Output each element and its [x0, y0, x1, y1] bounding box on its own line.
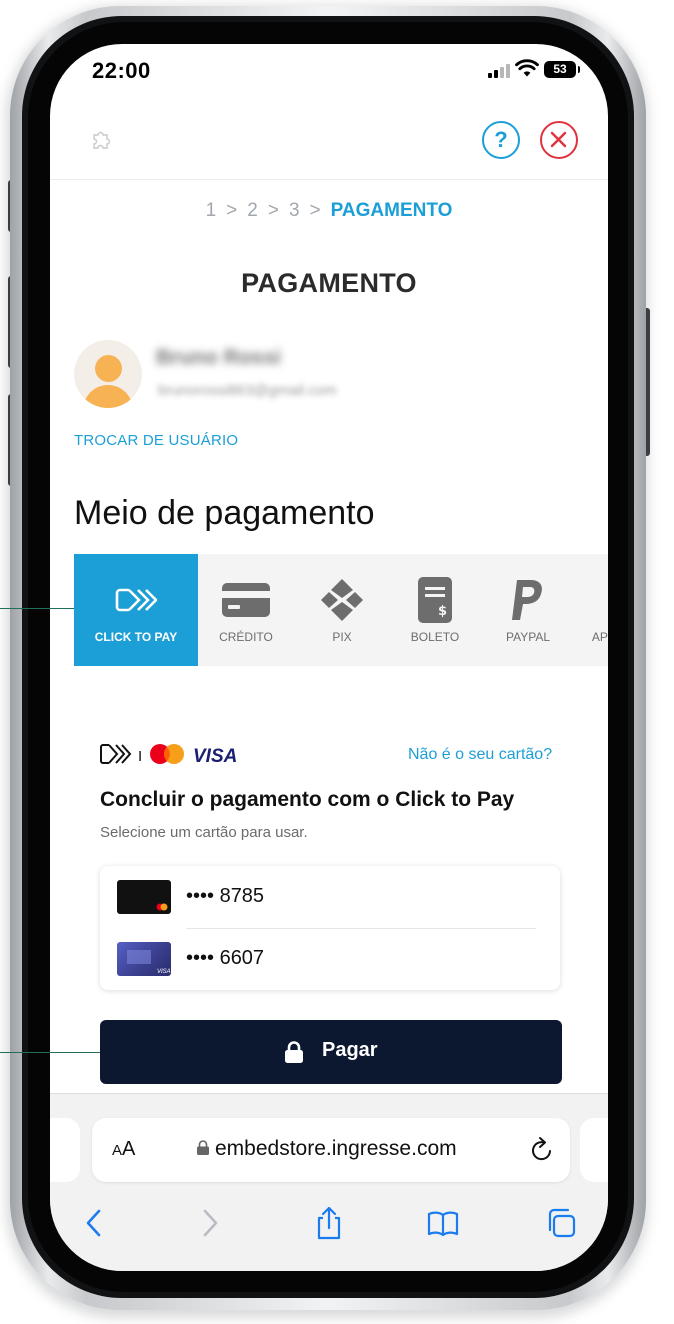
svg-text:VISA: VISA [157, 969, 171, 975]
method-label: CLICK TO PAY [94, 630, 178, 644]
step-1: 1 [205, 200, 217, 221]
method-label: PAYPAL [505, 630, 551, 644]
browser-toolbar: AA embedstore.ingresse.com [50, 1093, 608, 1271]
next-tab-preview[interactable] [580, 1118, 608, 1182]
click-to-pay-subtitle: Selecione um cartão para usar. [100, 824, 308, 841]
url-text: embedstore.ingresse.com [197, 1137, 457, 1161]
method-pix[interactable]: PIX [294, 554, 390, 666]
method-label: APPLE PAY [591, 630, 608, 644]
pay-button-label: Pagar [322, 1039, 378, 1061]
step-2: 2 [247, 200, 258, 221]
puzzle-icon[interactable] [90, 128, 112, 150]
svg-text:I: I [138, 748, 142, 765]
mastercard-icon [150, 744, 184, 764]
reload-icon[interactable] [530, 1136, 554, 1162]
paypal-icon [512, 580, 542, 620]
cellular-signal-icon [488, 64, 510, 78]
lock-icon [197, 1140, 209, 1155]
method-credit[interactable]: CRÉDITO [198, 554, 294, 666]
payment-method-heading: Meio de pagamento [74, 494, 375, 532]
saved-card-row[interactable]: VISA •••• 6607 [100, 928, 560, 990]
address-bar[interactable]: AA embedstore.ingresse.com [92, 1118, 570, 1182]
click-to-pay-icon [100, 744, 132, 764]
annotation-line [0, 1052, 100, 1053]
annotation-line [0, 608, 74, 609]
status-time: 22:00 [92, 58, 151, 83]
step-separator: > [267, 200, 279, 221]
phone-screen: 22:00 53 ? 1 >2 >3 > PAGAMENTO PAGAMENTO Bru… [50, 44, 608, 1271]
click-to-pay-icon [115, 588, 157, 612]
step-separator: > [309, 200, 321, 221]
switch-user-link[interactable]: TROCAR DE USUÁRIO [74, 432, 238, 449]
click-to-pay-title: Concluir o pagamento com o Click to Pay [100, 788, 515, 811]
close-button[interactable] [540, 121, 578, 159]
method-label: BOLETO [410, 630, 460, 644]
svg-text:$: $ [438, 604, 447, 619]
bookmarks-icon[interactable] [426, 1206, 460, 1240]
method-paypal[interactable]: PAYPAL [480, 554, 576, 666]
click-to-pay-brands-logo: I VISA [100, 744, 237, 767]
embed-header [50, 104, 608, 180]
method-boleto[interactable]: $ BOLETO [390, 554, 480, 666]
forward-icon[interactable] [192, 1206, 226, 1240]
lock-icon [285, 1041, 303, 1063]
user-name: Bruno Rossi [156, 346, 281, 369]
boleto-icon: $ [418, 577, 452, 623]
saved-card-row[interactable]: •••• 8785 [100, 866, 560, 928]
visa-logo: VISA [193, 746, 237, 767]
pay-button[interactable]: Pagar [100, 1020, 562, 1084]
share-icon[interactable] [312, 1206, 346, 1240]
status-bar: 22:00 53 [50, 44, 608, 104]
step-3: 3 [288, 200, 300, 221]
pix-icon [321, 579, 363, 621]
payment-method-selector: CLICK TO PAY CRÉDITO PIX $ BOLETO PAYPAL… [74, 554, 608, 666]
close-icon [550, 131, 567, 148]
credit-card-icon [222, 583, 270, 617]
method-click-to-pay[interactable]: CLICK TO PAY [74, 554, 198, 666]
user-email: brunorossi863@gmail.com [158, 382, 337, 399]
checkout-stepper: 1 >2 >3 > PAGAMENTO [50, 200, 608, 222]
reader-settings-button[interactable]: AA [112, 1138, 135, 1161]
previous-tab-preview[interactable] [50, 1118, 80, 1182]
not-your-card-link[interactable]: Não é o seu cartão? [408, 746, 552, 764]
method-label: CRÉDITO [219, 630, 273, 644]
wifi-icon [515, 59, 539, 77]
avatar [74, 340, 142, 408]
saved-cards-list: •••• 8785 VISA •••• 6607 [100, 866, 560, 990]
back-icon[interactable] [78, 1206, 112, 1240]
page-title: PAGAMENTO [241, 268, 417, 298]
step-separator: > [226, 200, 238, 221]
visa-card-thumbnail: VISA [117, 942, 171, 976]
help-button[interactable]: ? [482, 121, 520, 159]
method-apple-pay[interactable]: APPLE PAY [576, 554, 608, 666]
card-number: •••• 6607 [186, 947, 265, 969]
step-current: PAGAMENTO [330, 200, 453, 221]
mastercard-card-thumbnail [117, 880, 171, 914]
tabs-icon[interactable] [544, 1206, 578, 1240]
method-label: PIX [332, 630, 352, 644]
card-number: •••• 8785 [186, 885, 265, 907]
battery-icon: 53 [544, 61, 580, 78]
